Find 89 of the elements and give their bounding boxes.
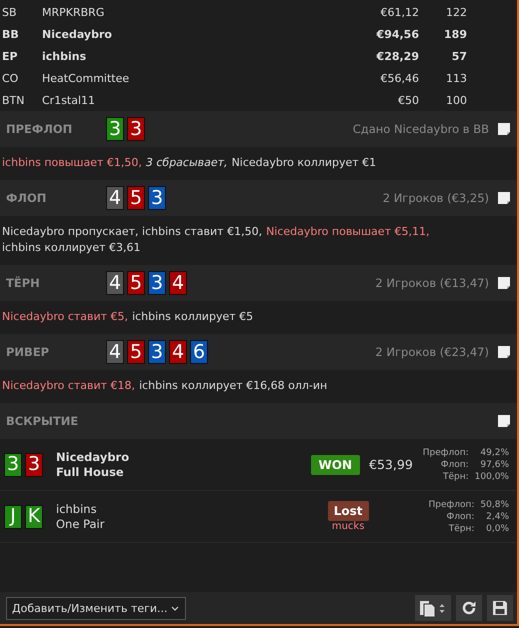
equity-label: Префлоп: bbox=[422, 446, 469, 458]
street-title: ПРЕФЛОП bbox=[6, 122, 74, 136]
player-big-blinds: 100 bbox=[445, 94, 467, 106]
mucks-note: mucks bbox=[332, 521, 364, 532]
street-title: ТЁРН bbox=[6, 276, 41, 290]
player-name: MRPKRBRG bbox=[42, 6, 106, 18]
action-text: ichbins коллирует €5 bbox=[132, 309, 254, 325]
player-position: CO bbox=[2, 72, 20, 84]
note-icon[interactable] bbox=[497, 276, 511, 290]
action-text: Nicedaybro ставит €18, bbox=[2, 378, 136, 394]
equity-label: Тёрн: bbox=[442, 470, 469, 482]
street-info: Сдано Nicedaybro в BB bbox=[352, 122, 489, 136]
player-name: ichbins bbox=[42, 50, 88, 62]
card: 4 bbox=[169, 340, 187, 364]
card: 3 bbox=[148, 186, 166, 210]
player-name: Nicedaybro bbox=[56, 450, 130, 464]
player-position: SB bbox=[2, 6, 18, 18]
player-position: EP bbox=[2, 50, 19, 62]
card: 6 bbox=[190, 340, 208, 364]
card: 3 bbox=[4, 452, 22, 476]
equity-value: 2,4% bbox=[485, 510, 509, 522]
save-icon bbox=[492, 600, 508, 616]
won-badge: WON bbox=[310, 454, 360, 474]
equity-value: 50,8% bbox=[480, 498, 509, 510]
action-text: Nicedaybro ставит €5, bbox=[2, 309, 128, 325]
save-button[interactable] bbox=[487, 595, 513, 621]
player-position: BB bbox=[2, 28, 20, 40]
equity-value: 100,0% bbox=[474, 470, 509, 482]
card: 4 bbox=[169, 271, 187, 295]
player-stack: €56,46 bbox=[380, 72, 419, 84]
refresh-button[interactable] bbox=[456, 595, 482, 621]
action-text: Nicedaybro пропускает, ichbins ставит €1,50, bbox=[2, 224, 262, 240]
player-stack: €28,29 bbox=[375, 50, 419, 62]
player-name: Nicedaybro bbox=[42, 28, 113, 40]
card: 4 bbox=[106, 340, 124, 364]
street-title: ФЛОП bbox=[6, 191, 48, 205]
player-name: HeatCommittee bbox=[42, 72, 130, 84]
equity-label: Флоп: bbox=[440, 458, 469, 470]
action-text: ichbins коллирует €3,61 bbox=[2, 240, 141, 256]
street-title: РИВЕР bbox=[6, 345, 50, 359]
street-title: ВСКРЫТИЕ bbox=[6, 414, 80, 428]
player-stack: €50 bbox=[397, 94, 419, 106]
lost-badge: Lost bbox=[328, 501, 369, 521]
player-big-blinds: 57 bbox=[450, 50, 467, 62]
player-stack: €61,12 bbox=[380, 6, 419, 18]
note-icon[interactable] bbox=[497, 122, 511, 136]
won-amount: €53,99 bbox=[369, 457, 413, 472]
card: 3 bbox=[106, 117, 124, 141]
equity-label: Префлоп: bbox=[428, 498, 474, 510]
equity-value: 49,2% bbox=[479, 446, 509, 458]
note-icon[interactable] bbox=[497, 191, 511, 205]
action-text: Nicedaybro повышает €5,11, bbox=[266, 224, 430, 240]
card: 3 bbox=[148, 340, 166, 364]
card: J bbox=[4, 504, 22, 528]
copy-button[interactable] bbox=[415, 595, 451, 621]
card: 5 bbox=[127, 186, 145, 210]
card: K bbox=[25, 504, 43, 528]
player-name: Cr1stal11 bbox=[42, 94, 96, 106]
refresh-icon bbox=[461, 600, 477, 616]
note-icon[interactable] bbox=[497, 414, 511, 428]
chevron-icon bbox=[171, 606, 179, 610]
equity-label: Флоп: bbox=[445, 510, 474, 522]
player-name: ichbins bbox=[56, 502, 98, 516]
equity-label: Тёрн: bbox=[448, 522, 474, 534]
player-stack: €94,56 bbox=[375, 28, 419, 40]
player-position: BTN bbox=[2, 94, 26, 106]
card: 3 bbox=[25, 452, 43, 476]
hand-rank: Full House bbox=[56, 464, 125, 480]
player-big-blinds: 113 bbox=[445, 72, 467, 84]
street-info: 2 Игроков (€13,47) bbox=[375, 276, 489, 290]
action-text: 3 сбрасывает, bbox=[146, 155, 228, 171]
card: 3 bbox=[148, 271, 166, 295]
card: 3 bbox=[127, 117, 145, 141]
card: 4 bbox=[106, 271, 124, 295]
street-info: 2 Игроков (€23,47) bbox=[375, 345, 489, 359]
action-text: Nicedaybro коллирует €1 bbox=[232, 155, 376, 171]
equity-value: 0,0% bbox=[485, 522, 509, 534]
street-info: 2 Игроков (€3,25) bbox=[382, 191, 489, 205]
note-icon[interactable] bbox=[497, 345, 511, 359]
player-big-blinds: 189 bbox=[443, 28, 467, 40]
card: 4 bbox=[106, 186, 124, 210]
action-text: ichbins повышает €1,50, bbox=[2, 155, 142, 171]
equity-value: 97,6% bbox=[479, 458, 509, 470]
tags-dropdown[interactable]: Добавить/Изменить теги... bbox=[6, 596, 186, 620]
action-text: ichbins коллирует €16,68 олл-ин bbox=[139, 378, 328, 394]
hand-rank: One Pair bbox=[56, 516, 104, 532]
card: 5 bbox=[127, 271, 145, 295]
player-big-blinds: 122 bbox=[445, 6, 467, 18]
card: 5 bbox=[127, 340, 145, 364]
